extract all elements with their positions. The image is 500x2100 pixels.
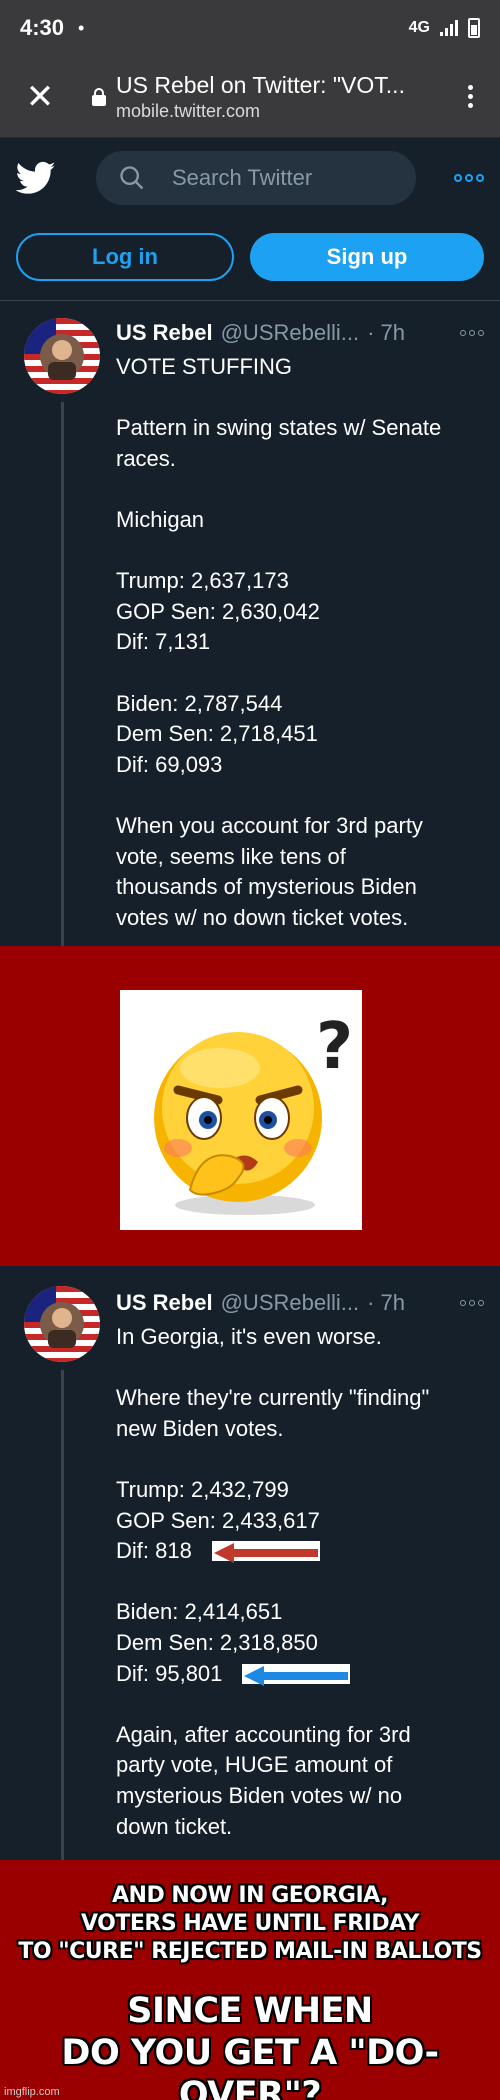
tweet-line: Dif: 7,131 — [116, 629, 211, 655]
tweet-timestamp[interactable]: · 7h — [367, 1290, 405, 1316]
tweet-line: GOP Sen: 2,630,042 — [116, 598, 320, 624]
browser-toolbar: ✕ US Rebel on Twitter: "VOT... mobile.tw… — [0, 56, 500, 138]
divider — [0, 300, 500, 301]
caption-line: AND NOW IN GEORGIA, — [112, 1883, 388, 1908]
tweet-1[interactable]: US Rebel @USRebelli... · 7h VOTE STUFFIN… — [0, 318, 500, 946]
tweet-menu-icon[interactable] — [460, 330, 484, 336]
network-label: 4G — [408, 19, 430, 36]
search-icon — [120, 166, 144, 190]
tweet-author-handle[interactable]: @USRebelli... — [221, 1290, 360, 1316]
tweet-author-name[interactable]: US Rebel — [116, 320, 213, 346]
tweet-line: Biden: 2,787,544 — [116, 690, 283, 716]
tweet-line: Where they're currently "finding" — [116, 1385, 430, 1411]
avatar[interactable] — [24, 318, 100, 394]
signal-icon — [440, 20, 458, 36]
tweet-line: Trump: 2,637,173 — [116, 568, 289, 594]
tweet-line: down ticket. — [116, 1813, 233, 1839]
notification-dot: • — [78, 17, 85, 38]
tweet-2[interactable]: US Rebel @USRebelli... · 7h In Georgia, … — [0, 1286, 500, 1860]
tweet-line: Again, after accounting for 3rd — [116, 1721, 411, 1747]
tweet-line: Dif: 818 — [116, 1538, 192, 1564]
thread-line — [61, 402, 64, 946]
tweet-line: Dem Sen: 2,718,451 — [116, 721, 318, 747]
battery-icon — [468, 18, 480, 38]
page-title: US Rebel on Twitter: "VOT... — [116, 71, 405, 98]
tweet-line: mysterious Biden votes w/ no — [116, 1782, 403, 1808]
login-button[interactable]: Log in — [16, 233, 234, 281]
question-mark: ? — [316, 1010, 353, 1084]
status-bar: 4:30 • 4G — [0, 0, 500, 56]
meme-caption-banner: AND NOW IN GEORGIA, VOTERS HAVE UNTIL FR… — [0, 1860, 500, 2100]
tweet-line: Dif: 69,093 — [116, 751, 223, 777]
tweet-line: Biden: 2,414,651 — [116, 1599, 283, 1625]
avatar[interactable] — [24, 1286, 100, 1362]
tweet-line: party vote, HUGE amount of — [116, 1752, 393, 1778]
twitter-header: Search Twitter — [0, 138, 500, 218]
close-tab-button[interactable]: ✕ — [20, 80, 60, 114]
tweet-line: Dem Sen: 2,318,850 — [116, 1629, 318, 1655]
meme-image-band: ? — [0, 946, 500, 1266]
tweet-line: In Georgia, it's even worse. — [116, 1324, 382, 1349]
status-time: 4:30 — [20, 15, 65, 40]
tweet-menu-icon[interactable] — [460, 1300, 484, 1306]
tweet-line: Dif: 95,801 — [116, 1660, 223, 1686]
search-placeholder: Search Twitter — [172, 165, 313, 190]
thread-line — [61, 1370, 64, 1860]
caption-bottom: SINCE WHEN DO YOU GET A "DO-OVER"? — [0, 1990, 500, 2100]
blue-arrow-icon — [242, 1663, 351, 1686]
lock-icon[interactable] — [92, 87, 106, 106]
flag-avatar-image — [24, 1286, 100, 1362]
tweet-line: new Biden votes. — [116, 1415, 284, 1441]
twitter-bird-icon[interactable] — [16, 158, 56, 198]
page-domain: mobile.twitter.com — [116, 100, 261, 121]
caption-line: DO YOU GET A "DO-OVER"? — [61, 2033, 439, 2100]
tweet-header: US Rebel @USRebelli... · 7h — [116, 1290, 484, 1316]
tweet-line: Pattern in swing states w/ Senate — [116, 415, 442, 441]
flag-avatar-image — [24, 318, 100, 394]
search-input[interactable]: Search Twitter — [96, 151, 416, 205]
tweet-author-name[interactable]: US Rebel — [116, 1290, 213, 1316]
auth-buttons: Log in Sign up — [0, 218, 500, 296]
caption-line: VOTERS HAVE UNTIL FRIDAY — [81, 1911, 419, 1936]
status-icons: 4G — [409, 18, 480, 38]
tweet-line: vote, seems like tens of — [116, 843, 346, 869]
tweet-author-handle[interactable]: @USRebelli... — [221, 320, 360, 346]
signup-button[interactable]: Sign up — [250, 233, 484, 281]
tweet-line: Michigan — [116, 506, 205, 532]
tweet-line: votes w/ no down ticket votes. — [116, 904, 409, 930]
browser-menu-icon[interactable] — [460, 85, 480, 108]
caption-line: SINCE WHEN — [127, 1991, 373, 2031]
more-options-icon[interactable] — [454, 174, 484, 182]
tweet-timestamp[interactable]: · 7h — [367, 320, 405, 346]
tweet-text: In Georgia, it's even worse. Where they'… — [116, 1322, 476, 1842]
tweet-line: GOP Sen: 2,433,617 — [116, 1507, 320, 1533]
tweet-header: US Rebel @USRebelli... · 7h — [116, 320, 484, 346]
url-bar[interactable]: US Rebel on Twitter: "VOT... mobile.twit… — [116, 72, 460, 122]
tweet-line: Trump: 2,432,799 — [116, 1476, 289, 1502]
tweet-line: When you account for 3rd party — [116, 812, 423, 838]
red-arrow-icon — [211, 1541, 320, 1564]
caption-top: AND NOW IN GEORGIA, VOTERS HAVE UNTIL FR… — [0, 1882, 500, 1966]
caption-line: TO "CURE" REJECTED MAIL-IN BALLOTS — [18, 1939, 482, 1964]
imgflip-watermark: imgflip.com — [4, 2086, 60, 2098]
tweet-line: races. — [116, 445, 176, 471]
tweet-text: VOTE STUFFING Pattern in swing states w/… — [116, 352, 476, 933]
tweet-line: thousands of mysterious Biden — [116, 874, 417, 900]
tweet-line: VOTE STUFFING — [116, 354, 292, 379]
thinking-angry-emoji-image: ? — [120, 990, 362, 1230]
